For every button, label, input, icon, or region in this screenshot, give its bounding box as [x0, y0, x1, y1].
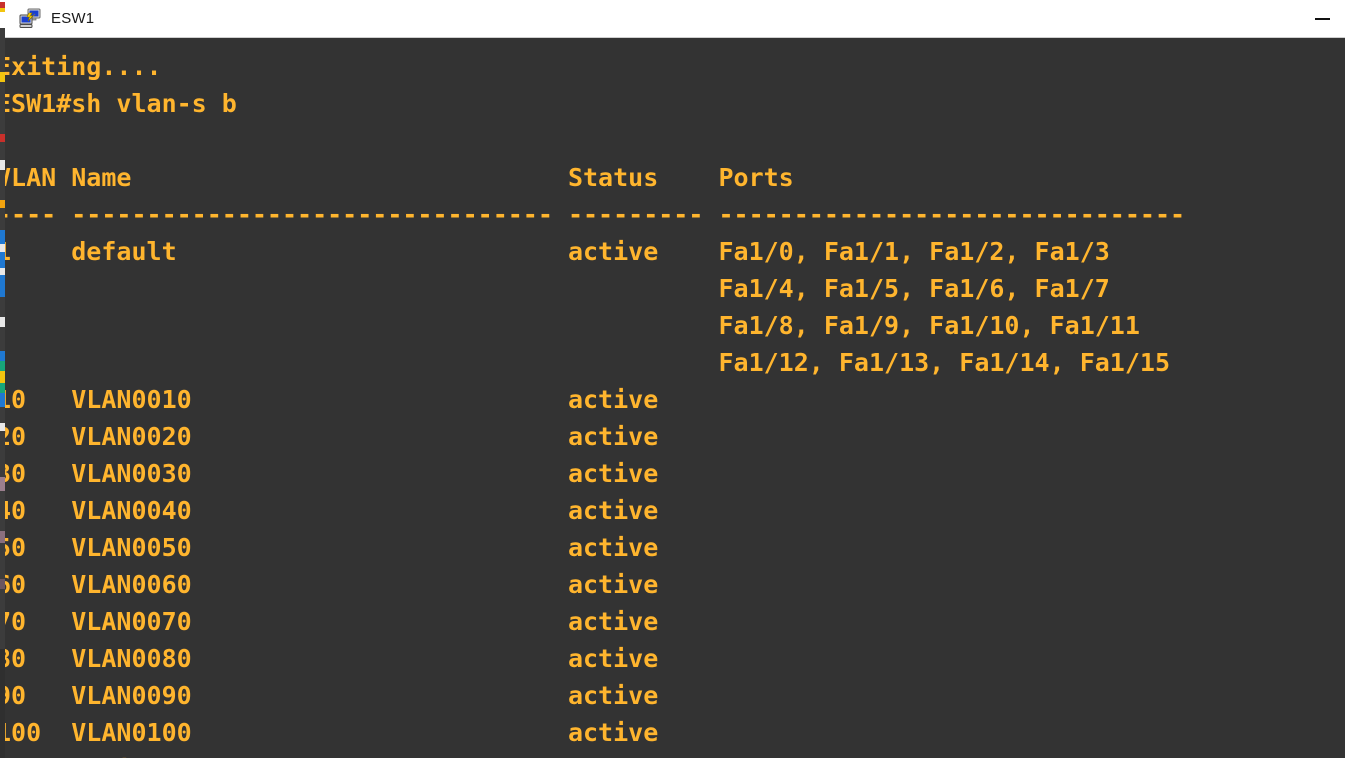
terminal-line: 60 VLAN0060 active	[0, 570, 659, 599]
sliver-band	[0, 371, 5, 383]
sliver-band	[0, 423, 5, 431]
sliver-band	[0, 230, 5, 244]
terminal-line: 100 VLAN0100 active	[0, 718, 659, 747]
minimize-button[interactable]	[1299, 0, 1345, 38]
terminal-line: VLAN Name Status Ports	[0, 163, 794, 192]
terminal-text-content: Exiting.... ESW1#sh vlan-s b VLAN Name St…	[0, 48, 1345, 758]
sliver-band	[0, 579, 5, 589]
terminal-line: 20 VLAN0020 active	[0, 422, 659, 451]
sliver-band	[0, 361, 5, 371]
terminal-line: Fa1/8, Fa1/9, Fa1/10, Fa1/11	[0, 311, 1140, 340]
terminal-line: 70 VLAN0070 active	[0, 607, 659, 636]
sliver-band	[0, 477, 5, 491]
sliver-band	[0, 491, 5, 531]
sliver-band	[0, 252, 5, 268]
sliver-band	[0, 244, 5, 252]
sliver-band	[0, 531, 5, 543]
terminal-line: Exiting....	[0, 52, 162, 81]
terminal-output-area[interactable]: Exiting.... ESW1#sh vlan-s b VLAN Name St…	[0, 38, 1345, 758]
terminal-line: 50 VLAN0050 active	[0, 533, 659, 562]
window-title: ESW1	[51, 10, 95, 27]
terminal-line: 1 default active Fa1/0, Fa1/1, Fa1/2, Fa…	[0, 237, 1110, 266]
sliver-band	[0, 649, 5, 758]
sliver-band	[0, 268, 5, 275]
sliver-band	[0, 82, 5, 134]
sliver-band	[0, 589, 5, 649]
sliver-band	[0, 160, 5, 170]
sliver-band	[0, 275, 5, 297]
sliver-band	[0, 431, 5, 477]
sliver-band	[0, 134, 5, 142]
sliver-band	[0, 170, 5, 200]
network-device-icon	[19, 8, 41, 30]
terminal-line: ESW1#sh vlan-s b	[0, 89, 237, 118]
sliver-band	[0, 317, 5, 327]
sliver-band	[0, 393, 5, 407]
terminal-line: 1002 fddi-default act/unsup	[0, 751, 1345, 758]
sliver-band	[0, 297, 5, 317]
terminal-line: 80 VLAN0080 active	[0, 644, 659, 673]
terminal-window: ESW1 Exiting.... ESW1#sh vlan-s b VLAN Na…	[0, 0, 1345, 758]
terminal-line: Fa1/4, Fa1/5, Fa1/6, Fa1/7	[0, 274, 1110, 303]
sliver-band	[0, 200, 5, 208]
sliver-band	[0, 351, 5, 361]
terminal-line: 10 VLAN0010 active	[0, 385, 659, 414]
terminal-line: 30 VLAN0030 active	[0, 459, 659, 488]
sliver-band	[0, 383, 5, 393]
minimize-icon	[1314, 17, 1330, 20]
terminal-line: 40 VLAN0040 active	[0, 496, 659, 525]
sliver-band	[0, 208, 5, 230]
terminal-line: Fa1/12, Fa1/13, Fa1/14, Fa1/15	[0, 348, 1170, 377]
window-controls	[1299, 0, 1345, 38]
terminal-line: 90 VLAN0090 active	[0, 681, 659, 710]
terminal-line: ---- -------------------------------- --…	[0, 200, 1186, 229]
window-titlebar: ESW1	[5, 0, 1345, 38]
sliver-band	[0, 543, 5, 579]
sliver-band	[0, 407, 5, 423]
sliver-band	[0, 142, 5, 160]
sliver-band	[0, 72, 5, 82]
sliver-band	[0, 327, 5, 351]
background-window-sliver	[0, 0, 5, 758]
